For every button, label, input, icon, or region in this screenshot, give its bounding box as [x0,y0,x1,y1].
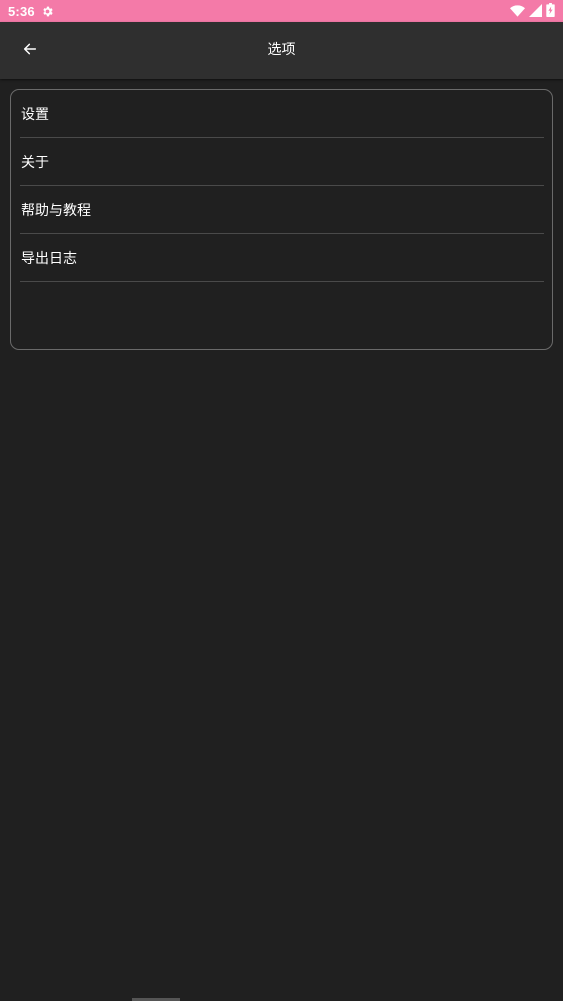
status-bar: 5:36 [0,0,563,22]
status-time: 5:36 [8,3,35,19]
options-card: 设置 关于 帮助与教程 导出日志 [10,89,553,350]
app-bar: 选项 [0,22,563,79]
settings-gear-icon [41,5,54,18]
option-item-help-tutorial[interactable]: 帮助与教程 [20,186,544,234]
wifi-icon [510,2,525,21]
option-label: 关于 [21,154,49,171]
page-title: 选项 [267,42,296,58]
battery-icon [546,2,555,21]
status-icons [510,2,555,21]
option-label: 帮助与教程 [21,202,91,219]
options-list: 设置 关于 帮助与教程 导出日志 [20,90,544,282]
option-item-about[interactable]: 关于 [20,138,544,186]
option-label: 设置 [21,106,49,123]
option-item-settings[interactable]: 设置 [20,90,544,138]
option-item-export-log[interactable]: 导出日志 [20,234,544,282]
option-label: 导出日志 [21,250,77,267]
cell-signal-icon [529,2,542,21]
